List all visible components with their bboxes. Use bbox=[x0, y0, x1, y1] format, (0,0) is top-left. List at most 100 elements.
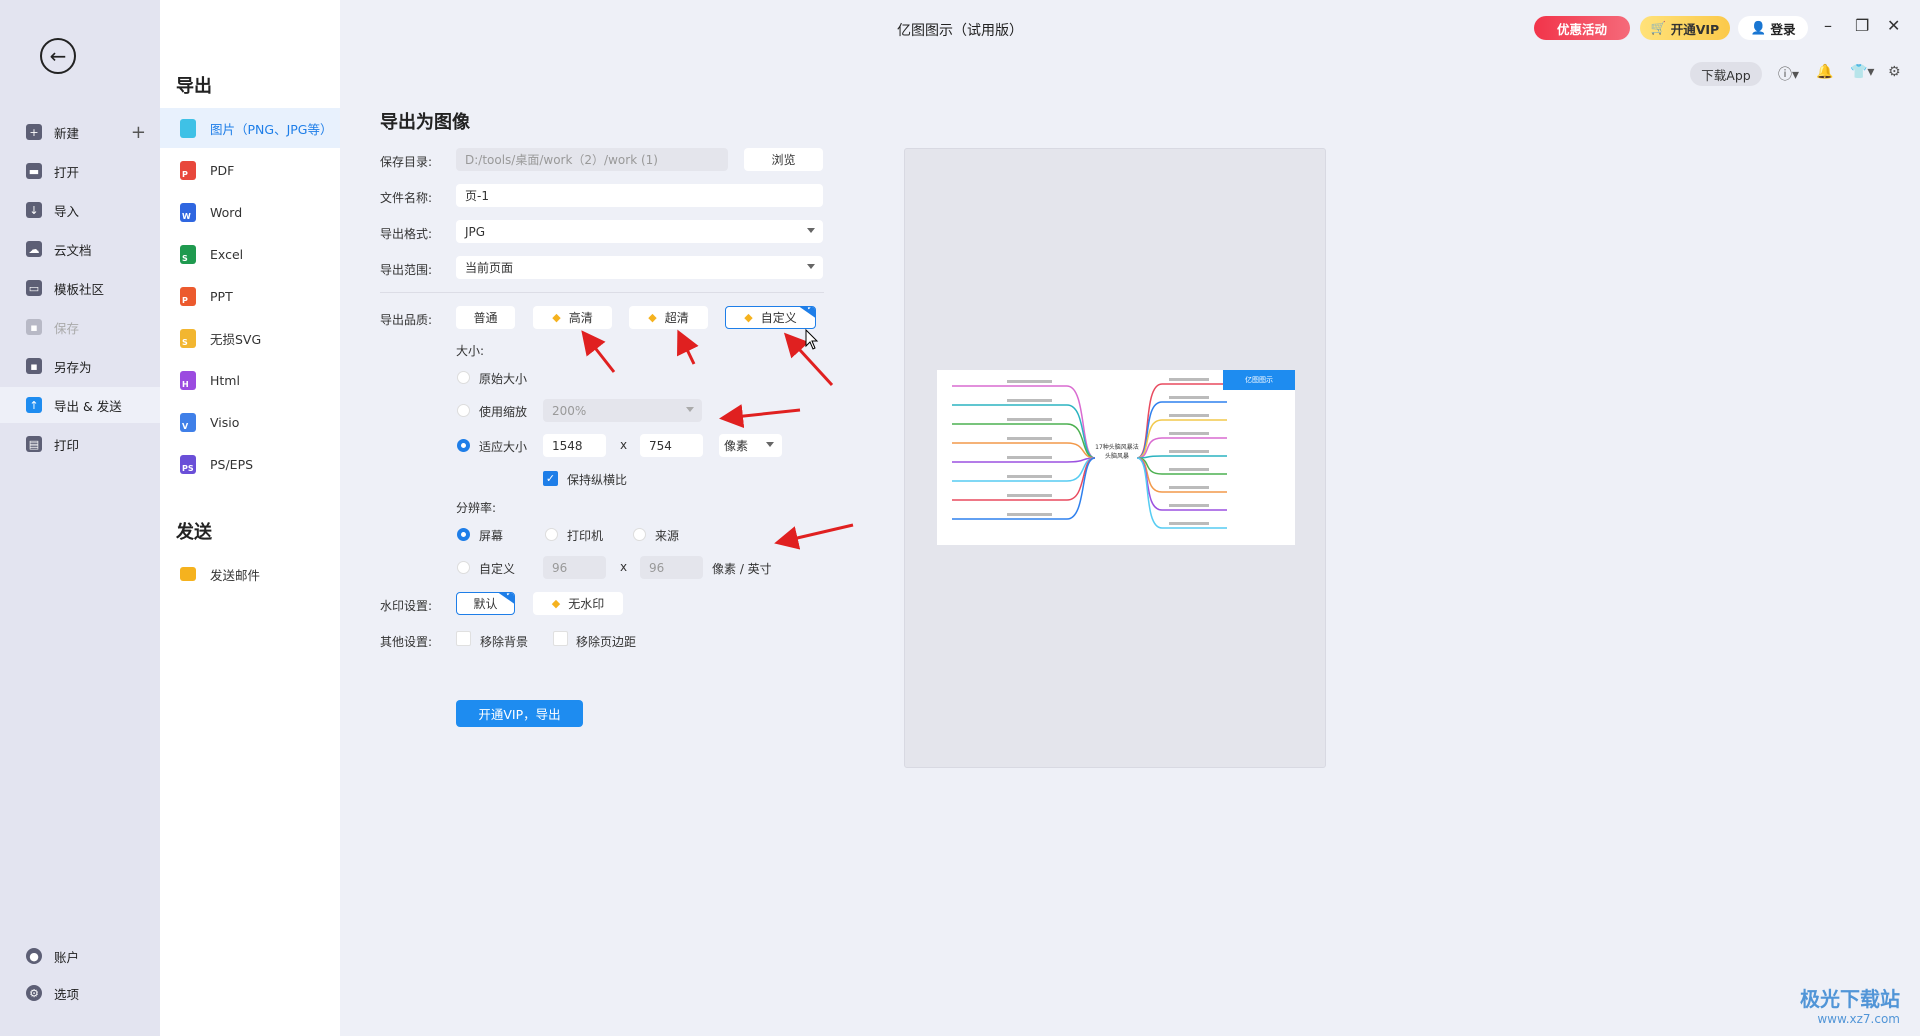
sidebar-item[interactable]: ▤ 打印 bbox=[0, 426, 160, 462]
save-dir-label: 保存目录: bbox=[380, 155, 433, 169]
diamond-icon: ◆ bbox=[552, 311, 561, 324]
chevron-down-icon bbox=[807, 264, 815, 269]
bell-icon[interactable]: 🔔 bbox=[1816, 64, 1833, 80]
quality-uhd-button[interactable]: ◆ 超清 bbox=[629, 306, 708, 329]
format-item[interactable]: P PDF bbox=[160, 150, 340, 190]
login-button[interactable]: 👤 登录 bbox=[1738, 16, 1808, 40]
format-item[interactable]: V Visio bbox=[160, 402, 340, 442]
size-label: 大小: bbox=[456, 344, 485, 358]
sidebar-item[interactable]: ☁ 云文档 bbox=[0, 231, 160, 267]
file-type-icon: V bbox=[180, 412, 196, 432]
chevron-down-icon bbox=[807, 228, 815, 233]
skin-icon[interactable]: 👕▾ bbox=[1850, 64, 1874, 80]
branch bbox=[1136, 437, 1227, 459]
other-settings-label: 其他设置: bbox=[380, 635, 433, 649]
size-scale-radio[interactable] bbox=[457, 404, 470, 417]
format-item[interactable]: P PPT bbox=[160, 276, 340, 316]
sidebar-item[interactable]: + 新建 + bbox=[0, 114, 160, 150]
promo-button[interactable]: 优惠活动 bbox=[1534, 16, 1630, 40]
watermark-default-button[interactable]: 默认 bbox=[456, 592, 515, 615]
size-original-radio[interactable] bbox=[457, 371, 470, 384]
quality-normal-button[interactable]: 普通 bbox=[456, 306, 515, 329]
unit-select[interactable]: 像素 bbox=[719, 434, 782, 457]
res-printer-radio[interactable] bbox=[545, 528, 558, 541]
sidebar-item-label: 选项 bbox=[54, 986, 80, 1002]
export-icon: ↑ bbox=[26, 397, 42, 413]
import-icon: ↓ bbox=[26, 202, 42, 218]
format-item[interactable]: H Html bbox=[160, 360, 340, 400]
print-icon: ▤ bbox=[26, 436, 42, 452]
branch-label bbox=[1169, 432, 1209, 435]
site-watermark-logo: 极光下载站 www.xz7.com bbox=[1800, 983, 1900, 1026]
sidebar-item-label: 打开 bbox=[54, 164, 80, 180]
size-scale-label: 使用缩放 bbox=[479, 405, 528, 419]
folder-icon: ▬ bbox=[26, 163, 42, 179]
quality-hd-button[interactable]: ◆ 高清 bbox=[533, 306, 612, 329]
height-input[interactable]: 754 bbox=[640, 434, 703, 457]
filename-input[interactable]: 页-1 bbox=[456, 184, 823, 207]
dpi-y-input[interactable]: 96 bbox=[640, 556, 703, 579]
remove-bg-label: 移除背景 bbox=[480, 635, 529, 649]
chevron-down-icon bbox=[686, 407, 694, 412]
format-item[interactable]: S 无损SVG bbox=[160, 318, 340, 358]
branch-label bbox=[1007, 475, 1052, 478]
diamond-icon: ◆ bbox=[648, 311, 657, 324]
dpi-x-input[interactable]: 96 bbox=[543, 556, 606, 579]
settings-icon[interactable]: ⚙ bbox=[1888, 64, 1901, 80]
sidebar-item[interactable]: ▪ 另存为 bbox=[0, 348, 160, 384]
width-input[interactable]: 1548 bbox=[543, 434, 606, 457]
file-type-icon: S bbox=[180, 244, 196, 264]
browse-button[interactable]: 浏览 bbox=[744, 148, 823, 171]
remove-margin-checkbox[interactable] bbox=[553, 631, 568, 646]
sidebar-bottom-item[interactable]: ⚙ 选项 bbox=[0, 975, 160, 1011]
vip-export-button[interactable]: 开通VIP，导出 bbox=[456, 700, 583, 727]
add-icon[interactable]: + bbox=[131, 122, 146, 143]
res-source-radio[interactable] bbox=[633, 528, 646, 541]
close-button[interactable]: ✕ bbox=[1887, 16, 1900, 35]
keep-ratio-checkbox[interactable]: ✓ bbox=[543, 471, 558, 486]
sidebar-item-label: 另存为 bbox=[54, 359, 92, 375]
format-select[interactable]: JPG bbox=[456, 220, 823, 243]
sidebar-item[interactable]: ▭ 模板社区 bbox=[0, 270, 160, 306]
remove-bg-checkbox[interactable] bbox=[456, 631, 471, 646]
download-app-button[interactable]: 下载App bbox=[1690, 62, 1762, 86]
minimize-button[interactable]: – bbox=[1824, 16, 1832, 35]
format-item[interactable]: PS PS/EPS bbox=[160, 444, 340, 484]
watermark-none-button[interactable]: ◆ 无水印 bbox=[533, 592, 623, 615]
format-item[interactable]: S Excel bbox=[160, 234, 340, 274]
res-custom-radio[interactable] bbox=[457, 561, 470, 574]
format-item[interactable]: W Word bbox=[160, 192, 340, 232]
cloud-icon: ☁ bbox=[26, 241, 42, 257]
restore-button[interactable]: ❐ bbox=[1855, 16, 1869, 35]
sidebar-item-label: 账户 bbox=[54, 949, 80, 965]
vip-button[interactable]: 🛒 开通VIP bbox=[1640, 16, 1730, 40]
size-fit-radio[interactable] bbox=[457, 439, 470, 452]
format-item[interactable]: 图片（PNG、JPG等） bbox=[160, 108, 340, 148]
plus-square-icon: + bbox=[26, 124, 42, 140]
sidebar-item[interactable]: ↑ 导出 & 发送 bbox=[0, 387, 160, 423]
branch-label bbox=[1169, 504, 1209, 507]
scale-select[interactable]: 200% bbox=[543, 399, 702, 422]
sidebar-item-label: 模板社区 bbox=[54, 281, 105, 297]
quality-custom-label: 自定义 bbox=[760, 311, 797, 325]
send-email-item[interactable]: 发送邮件 bbox=[160, 554, 340, 594]
quality-hd-label: 高清 bbox=[568, 311, 593, 325]
sidebar-item-label: 打印 bbox=[54, 437, 80, 453]
help-icon[interactable]: ⓘ▾ bbox=[1778, 64, 1799, 84]
sidebar-item[interactable]: ▪ 保存 bbox=[0, 309, 160, 345]
format-label: Visio bbox=[210, 414, 240, 430]
sidebar-item[interactable]: ▬ 打开 bbox=[0, 153, 160, 189]
quality-label: 导出品质: bbox=[380, 313, 433, 327]
res-screen-radio[interactable] bbox=[457, 528, 470, 541]
sidebar-item[interactable]: ↓ 导入 bbox=[0, 192, 160, 228]
file-type-icon: W bbox=[180, 202, 196, 222]
save-dir-input[interactable]: D:/tools/桌面/work（2）/work (1) bbox=[456, 148, 728, 171]
sidebar-item-label: 保存 bbox=[54, 320, 80, 336]
range-select[interactable]: 当前页面 bbox=[456, 256, 823, 279]
save-as-icon: ▪ bbox=[26, 358, 42, 374]
mail-icon bbox=[180, 567, 196, 581]
back-button[interactable]: ← bbox=[40, 38, 76, 74]
branch-label bbox=[1169, 468, 1209, 471]
quality-custom-button[interactable]: ◆ 自定义 bbox=[725, 306, 816, 329]
sidebar-bottom-item[interactable]: ● 账户 bbox=[0, 938, 160, 974]
